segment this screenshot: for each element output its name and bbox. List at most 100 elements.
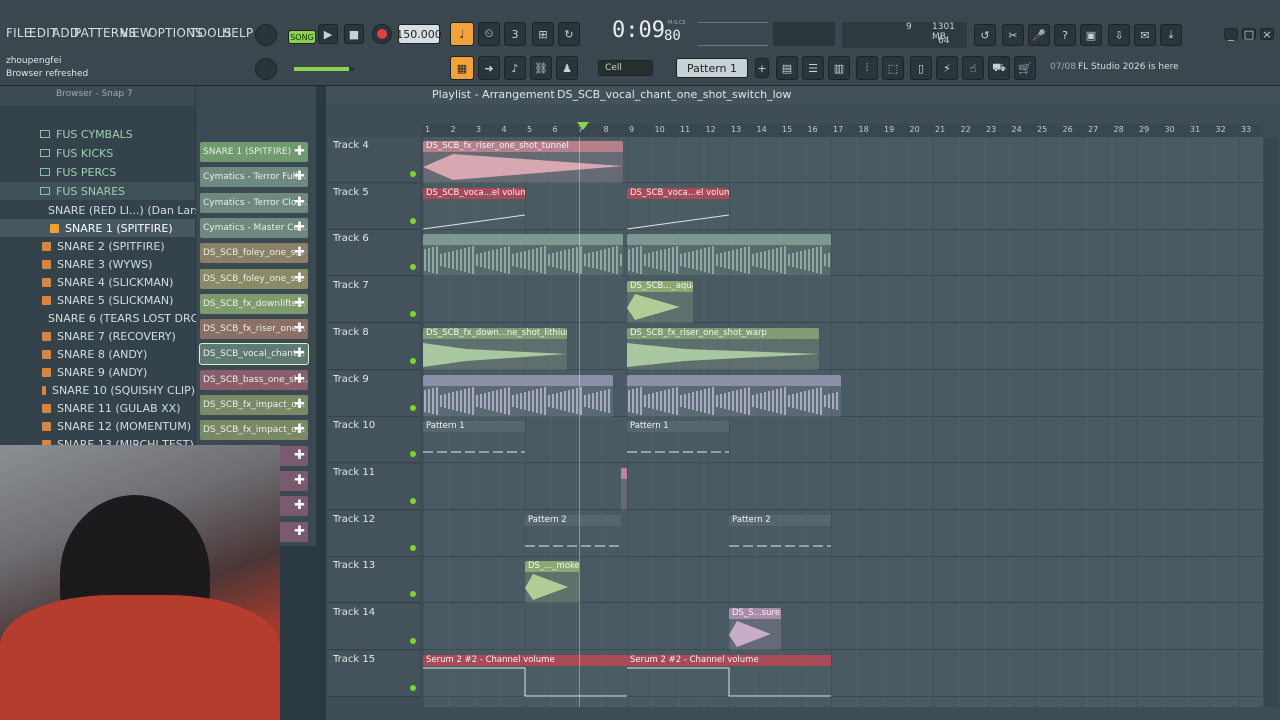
- stamp-icon[interactable]: ♟: [556, 56, 578, 80]
- arrangement-grid[interactable]: DS_SCB_fx_riser_one_shot_tunnel DS_SCB_vo…: [423, 137, 1263, 707]
- sample-item[interactable]: SNARE 7 (RECOVERY): [0, 327, 195, 345]
- playlist-clip[interactable]: DS_SCB_voca...el volume: [423, 187, 525, 230]
- track-lane[interactable]: [423, 184, 1263, 230]
- link-icon[interactable]: ⛓: [530, 56, 552, 80]
- channel-rack-icon[interactable]: ▤: [776, 56, 798, 80]
- playlist-clip[interactable]: DS_S...sure: [729, 608, 781, 650]
- sample-item[interactable]: SNARE 1 (SPITFIRE): [0, 219, 195, 237]
- channel-plus-icon[interactable]: ✚: [294, 524, 305, 539]
- shop-icon[interactable]: 🛒: [1014, 56, 1036, 80]
- cut-tool-icon[interactable]: ✂: [1002, 24, 1024, 46]
- microphone-icon[interactable]: 🎤: [1028, 24, 1050, 46]
- save-icon[interactable]: ▣: [1080, 24, 1102, 46]
- channel-plus-icon[interactable]: ✚: [294, 473, 305, 488]
- playlist-clip[interactable]: [621, 467, 627, 510]
- track-header[interactable]: Track 8: [328, 323, 420, 370]
- folder-fus-cymbals[interactable]: FUS CYMBALS: [0, 125, 195, 143]
- sample-item[interactable]: SNARE 10 (SQUISHY CLIP): [0, 381, 195, 399]
- download-icon[interactable]: ⤓: [1160, 24, 1182, 46]
- track-lane[interactable]: [423, 277, 1263, 324]
- master-pitch-knob[interactable]: [255, 58, 277, 80]
- track-mute-led[interactable]: [410, 591, 416, 598]
- playlist-clip[interactable]: Pattern 1: [627, 421, 729, 464]
- channel-button[interactable]: DS_SCB_fx_impact_o... ✚: [200, 395, 308, 415]
- track-mute-led[interactable]: [410, 217, 416, 224]
- playlist-clip[interactable]: [423, 374, 613, 417]
- channel-plus-icon[interactable]: ✚: [294, 498, 305, 513]
- browser-icon[interactable]: ▯: [910, 56, 932, 80]
- menu-file[interactable]: FILE: [6, 26, 32, 40]
- channel-plus-icon[interactable]: ✚: [294, 144, 305, 159]
- track-mute-led[interactable]: [410, 404, 416, 411]
- add-pattern-button[interactable]: +: [755, 58, 769, 78]
- channel-plus-icon[interactable]: ✚: [294, 220, 305, 235]
- track-header[interactable]: Track 5: [328, 183, 420, 230]
- channel-button[interactable]: DS_SCB_fx_impact_o... ✚: [200, 420, 308, 441]
- track-header[interactable]: Track 14: [328, 604, 420, 650]
- menu-help[interactable]: HELP: [222, 26, 253, 40]
- snap-selector[interactable]: Cell: [598, 60, 653, 76]
- pattern-selector[interactable]: Pattern 1: [676, 58, 748, 78]
- folder-fus-kicks[interactable]: FUS KICKS: [0, 144, 195, 162]
- piano-roll-icon[interactable]: ♪: [504, 56, 526, 80]
- sample-item[interactable]: SNARE (RED LI...) (Dan Larson): [0, 201, 218, 219]
- sample-item[interactable]: SNARE 9 (ANDY): [0, 363, 195, 381]
- news-text[interactable]: FL Studio 2026 is here: [1078, 62, 1179, 72]
- track-mute-led[interactable]: [410, 171, 416, 177]
- record-button[interactable]: [372, 24, 392, 44]
- playlist-clip[interactable]: DS_SCB_voca...el volume: [627, 187, 729, 230]
- timeline-ruler[interactable]: 1 2 3 4 5 6 7 8 9 10 11 12 13 14 15 16 17 18 19 20 21 22 23 24 2…: [423, 124, 1263, 137]
- touch-icon[interactable]: ☝: [962, 56, 984, 80]
- playlist-clip[interactable]: [627, 374, 841, 417]
- plug-icon[interactable]: ⚡: [936, 56, 958, 80]
- export-icon[interactable]: ⇩: [1108, 24, 1130, 46]
- step-edit-button[interactable]: ⊞: [532, 22, 554, 46]
- stop-button[interactable]: ■: [344, 24, 364, 44]
- tempo-display[interactable]: 150.000: [396, 24, 442, 44]
- play-button[interactable]: ▶: [318, 24, 338, 44]
- channel-plus-icon[interactable]: ✚: [294, 346, 305, 361]
- folder-fus-snares[interactable]: FUS SNARES: [0, 182, 195, 200]
- playlist-clip[interactable]: Serum 2 #2 - Channel volume: [627, 654, 831, 697]
- track-header[interactable]: Track 12: [328, 510, 420, 557]
- plugin-picker-icon[interactable]: ⬚: [882, 56, 904, 80]
- channel-plus-icon[interactable]: ✚: [294, 321, 305, 336]
- playlist-clip[interactable]: DS_..._moke: [525, 561, 579, 604]
- minimize-icon[interactable]: _: [1224, 28, 1238, 41]
- channel-plus-icon[interactable]: ✚: [294, 397, 305, 412]
- playlist-clip[interactable]: Pattern 2: [729, 514, 831, 557]
- channel-plus-icon[interactable]: ✚: [294, 245, 305, 260]
- track-header[interactable]: Track 10: [328, 417, 420, 464]
- sample-item[interactable]: SNARE 8 (ANDY): [0, 345, 195, 363]
- channel-button[interactable]: Cymatics - Master Col... ✚: [200, 217, 308, 238]
- track-header[interactable]: Track 11: [328, 463, 420, 510]
- track-mute-led[interactable]: [410, 357, 416, 364]
- track-lane[interactable]: [423, 604, 1263, 650]
- playlist-clip[interactable]: [423, 234, 623, 277]
- track-header[interactable]: Track 4: [328, 137, 420, 183]
- countdown-button[interactable]: 3: [504, 22, 526, 46]
- channel-plus-icon[interactable]: ✚: [294, 169, 305, 184]
- channel-button[interactable]: DS_SCB_fx_downlifte... ✚: [200, 293, 308, 314]
- playhead-marker[interactable]: [577, 122, 589, 130]
- track-header[interactable]: Track 13: [328, 557, 420, 604]
- maximize-icon[interactable]: □: [1242, 28, 1256, 41]
- track-mute-led[interactable]: [410, 311, 416, 318]
- track-mute-led[interactable]: [410, 684, 416, 691]
- playlist-button[interactable]: ▦: [450, 56, 474, 80]
- car-icon[interactable]: ⛟: [988, 56, 1010, 80]
- arrow-forward-icon[interactable]: ➜: [478, 56, 500, 80]
- track-lane[interactable]: [423, 464, 1263, 510]
- track-lane[interactable]: [423, 417, 1263, 464]
- channel-plus-icon[interactable]: ✚: [294, 195, 305, 210]
- channel-plus-icon[interactable]: ✚: [294, 271, 305, 286]
- mixer-icon[interactable]: ☰: [802, 56, 824, 80]
- faders-icon[interactable]: ⫶: [856, 56, 878, 80]
- step-sequencer-icon[interactable]: ▥: [828, 56, 850, 80]
- master-volume-slider[interactable]: [294, 67, 354, 71]
- help-icon[interactable]: ?: [1054, 24, 1076, 46]
- channel-plus-icon[interactable]: ✚: [294, 422, 305, 437]
- playlist-clip[interactable]: Serum 2 #2 - Channel volume: [423, 654, 627, 697]
- track-header[interactable]: Track 6: [328, 230, 420, 277]
- playlist-clip[interactable]: Pattern 1: [423, 421, 525, 464]
